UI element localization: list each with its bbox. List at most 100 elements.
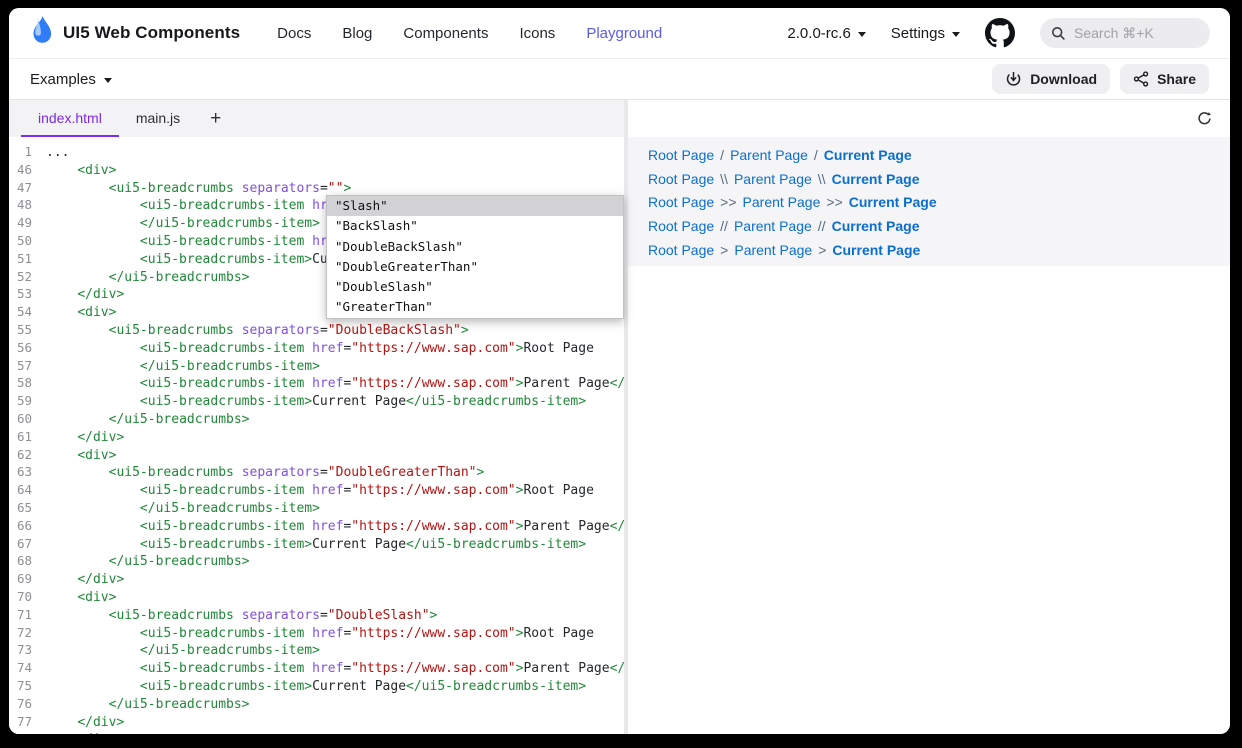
code-line[interactable]: 65 </ui5-breadcrumbs-item> [9,499,624,517]
code-line[interactable]: 57 </ui5-breadcrumbs-item> [9,357,624,375]
share-button[interactable]: Share [1120,64,1209,94]
breadcrumb-link[interactable]: Root Page [648,218,714,234]
version-label: 2.0.0-rc.6 [787,25,850,42]
line-number: 73 [9,641,46,659]
line-number: 70 [9,588,46,606]
nav-item-docs[interactable]: Docs [277,25,311,42]
code-line[interactable]: 73 </ui5-breadcrumbs-item> [9,641,624,659]
line-number: 55 [9,321,46,339]
line-number: 48 [9,196,46,214]
code-line[interactable]: 56 <ui5-breadcrumbs-item href="https://w… [9,339,624,357]
examples-bar: Examples Download Share [9,59,1230,100]
code-line[interactable]: 55 <ui5-breadcrumbs separators="DoubleBa… [9,321,624,339]
breadcrumb-separator: / [720,147,724,163]
code-line[interactable]: 61 </div> [9,428,624,446]
line-number: 57 [9,357,46,375]
line-number: 47 [9,179,46,197]
preview-toolbar [628,100,1230,137]
code-line[interactable]: 46 <div> [9,161,624,179]
autocomplete-item[interactable]: "DoubleGreaterThan" [327,257,623,277]
code-line[interactable]: 71 <ui5-breadcrumbs separators="DoubleSl… [9,606,624,624]
code-line[interactable]: 76 </ui5-breadcrumbs> [9,695,624,713]
code-line[interactable]: 68 </ui5-breadcrumbs> [9,552,624,570]
code-line[interactable]: 58 <ui5-breadcrumbs-item href="https://w… [9,374,624,392]
line-number: 59 [9,392,46,410]
breadcrumb-link[interactable]: Parent Page [734,242,812,258]
autocomplete-item[interactable]: "DoubleBackSlash" [327,237,623,257]
code-line[interactable]: 78 <div> [9,730,624,734]
code-line[interactable]: 64 <ui5-breadcrumbs-item href="https://w… [9,481,624,499]
autocomplete-item[interactable]: "DoubleSlash" [327,277,623,297]
github-link[interactable] [985,18,1015,48]
line-number: 60 [9,410,46,428]
line-number: 50 [9,232,46,250]
search-box[interactable] [1040,18,1210,48]
line-number: 56 [9,339,46,357]
breadcrumb-link[interactable]: Parent Page [734,218,812,234]
line-number: 61 [9,428,46,446]
line-number: 46 [9,161,46,179]
autocomplete-item[interactable]: "GreaterThan" [327,297,623,317]
breadcrumb-separator: >> [720,194,736,210]
breadcrumb-current: Current Page [832,218,920,234]
app-header: UI5 Web Components Docs Blog Components Ico… [9,8,1230,59]
nav-item-components[interactable]: Components [403,25,488,42]
breadcrumbs-preview: Root Page/Parent Page/Current PageRoot P… [628,137,1230,266]
version-dropdown[interactable]: 2.0.0-rc.6 [787,25,865,42]
autocomplete-popup: "Slash""BackSlash""DoubleBackSlash""Doub… [326,195,624,319]
code-line[interactable]: 72 <ui5-breadcrumbs-item href="https://w… [9,624,624,642]
code-line[interactable]: 67 <ui5-breadcrumbs-item>Current Page</u… [9,535,624,553]
breadcrumb-row: Root Page//Parent Page//Current Page [648,214,1230,238]
code-line[interactable]: 63 <ui5-breadcrumbs separators="DoubleGr… [9,463,624,481]
line-number: 69 [9,570,46,588]
add-tab-button[interactable]: + [197,100,234,137]
line-number: 67 [9,535,46,553]
playground: index.htmlmain.js+ 1...46 <div>47 <ui5-b… [9,100,1230,734]
breadcrumb-link[interactable]: Parent Page [743,194,821,210]
editor-pane: index.htmlmain.js+ 1...46 <div>47 <ui5-b… [9,100,624,734]
line-number: 51 [9,250,46,268]
code-line[interactable]: 47 <ui5-breadcrumbs separators=""> [9,179,624,197]
line-number: 62 [9,446,46,464]
code-line[interactable]: 74 <ui5-breadcrumbs-item href="https://w… [9,659,624,677]
line-number: 52 [9,268,46,286]
code-line[interactable]: 75 <ui5-breadcrumbs-item>Current Page</u… [9,677,624,695]
autocomplete-item[interactable]: "BackSlash" [327,216,623,236]
breadcrumb-link[interactable]: Root Page [648,194,714,210]
breadcrumb-row: Root Page>Parent Page>Current Page [648,238,1230,262]
code-line[interactable]: 66 <ui5-breadcrumbs-item href="https://w… [9,517,624,535]
line-number: 49 [9,214,46,232]
download-button[interactable]: Download [992,64,1110,94]
code-line[interactable]: 59 <ui5-breadcrumbs-item>Current Page</u… [9,392,624,410]
code-line[interactable]: 70 <div> [9,588,624,606]
line-number: 75 [9,677,46,695]
code-line[interactable]: 1... [9,143,624,161]
brand[interactable]: UI5 Web Components [29,16,240,51]
tab-index.html[interactable]: index.html [21,100,119,137]
tab-main.js[interactable]: main.js [119,100,197,137]
breadcrumb-link[interactable]: Root Page [648,242,714,258]
settings-dropdown[interactable]: Settings [891,25,960,42]
examples-dropdown[interactable]: Examples [30,71,112,88]
bar-actions: Download Share [992,64,1209,94]
magnifier-icon [1051,26,1066,41]
breadcrumb-link[interactable]: Parent Page [734,171,812,187]
code-line[interactable]: 62 <div> [9,446,624,464]
nav-item-blog[interactable]: Blog [342,25,372,42]
search-input[interactable] [1074,25,1194,41]
breadcrumb-current: Current Page [832,242,920,258]
breadcrumb-link[interactable]: Parent Page [730,147,808,163]
share-network-icon [1133,71,1149,87]
code-line[interactable]: 77 </div> [9,713,624,731]
nav-item-icons[interactable]: Icons [519,25,555,42]
breadcrumb-link[interactable]: Root Page [648,171,714,187]
code-line[interactable]: 69 </div> [9,570,624,588]
breadcrumb-current: Current Page [849,194,937,210]
nav-item-playground[interactable]: Playground [586,25,662,42]
autocomplete-item[interactable]: "Slash" [327,196,623,216]
refresh-button[interactable] [1196,110,1213,127]
preview-pane: Root Page/Parent Page/Current PageRoot P… [628,100,1230,734]
examples-label: Examples [30,71,96,88]
breadcrumb-link[interactable]: Root Page [648,147,714,163]
code-line[interactable]: 60 </ui5-breadcrumbs> [9,410,624,428]
